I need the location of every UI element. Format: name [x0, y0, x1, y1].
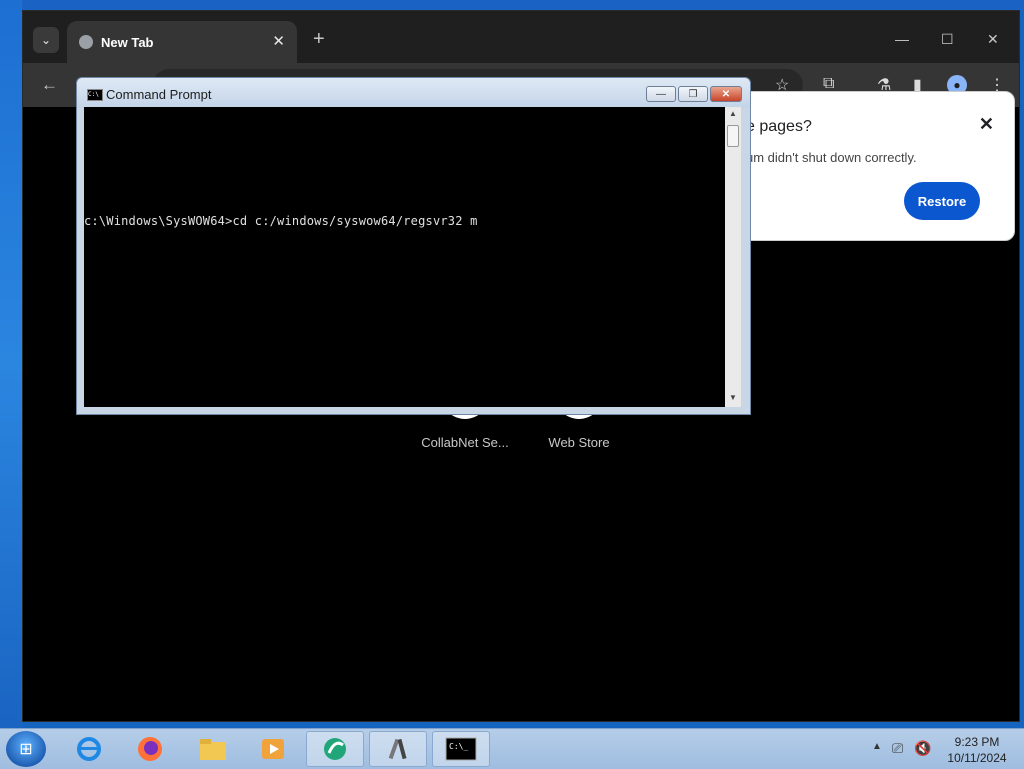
console-output[interactable]: c:\Windows\SysWOW64>cd c:/windows/syswow…: [84, 107, 725, 407]
back-button[interactable]: ←: [41, 75, 58, 95]
internet-explorer-icon[interactable]: [60, 731, 118, 767]
tools-icon[interactable]: [369, 731, 427, 767]
cmd-title: Command Prompt: [106, 87, 212, 102]
maximize-button[interactable]: ☐: [941, 31, 954, 48]
desktop-background: [0, 0, 22, 728]
close-icon[interactable]: ✕: [979, 114, 994, 135]
tab-title: New Tab: [101, 35, 154, 50]
clock-date: 10/11/2024: [947, 751, 1007, 765]
tab-strip: ⌄ New Tab ✕ + — ☐ ✕: [23, 11, 1019, 63]
app-icon[interactable]: [306, 731, 364, 767]
shortcut-label: CollabNet Se...: [421, 435, 509, 450]
volume-muted-icon[interactable]: 🔇: [914, 740, 931, 757]
tab-search-icon[interactable]: ⌄: [33, 27, 59, 53]
tab-new-tab[interactable]: New Tab ✕: [67, 21, 297, 63]
restore-button[interactable]: Restore: [904, 182, 980, 220]
cmd-restore-button[interactable]: ❐: [678, 86, 708, 102]
restore-dialog-title: e pages?: [746, 118, 812, 135]
network-icon[interactable]: ⎚: [892, 740, 903, 757]
globe-icon: [79, 35, 93, 49]
start-button[interactable]: ⊞: [6, 731, 46, 767]
shortcut-label: Web Store: [548, 435, 610, 450]
command-prompt-window: C:\ Command Prompt — ❐ ✕ c:\Windows\SysW…: [76, 77, 751, 415]
tab-close-icon[interactable]: ✕: [272, 32, 285, 50]
scroll-thumb[interactable]: [727, 125, 739, 147]
firefox-icon[interactable]: [121, 731, 179, 767]
clock-time: 9:23 PM: [954, 735, 1000, 749]
desktop-background-top: [0, 0, 1024, 10]
console-line: c:\Windows\SysWOW64>cd c:/windows/syswow…: [84, 214, 478, 228]
restore-pages-dialog: e pages? ✕ um didn't shut down correctly…: [733, 91, 1015, 241]
scroll-down-icon[interactable]: ▼: [725, 391, 741, 405]
taskbar: ⊞ C:\_ ▲ ⎚ 🔇 9:23 PM 10/11/2024: [0, 728, 1024, 769]
vertical-scrollbar[interactable]: ▲ ▼: [725, 107, 741, 407]
cmd-close-button[interactable]: ✕: [710, 86, 742, 102]
minimize-button[interactable]: —: [895, 31, 909, 47]
scroll-up-icon[interactable]: ▲: [725, 107, 741, 121]
file-explorer-icon[interactable]: [184, 731, 242, 767]
svg-text:C:\_: C:\_: [449, 742, 468, 751]
close-window-button[interactable]: ✕: [987, 31, 999, 48]
new-tab-button[interactable]: +: [313, 29, 325, 49]
clock[interactable]: 9:23 PM 10/11/2024: [940, 734, 1014, 766]
cmd-minimize-button[interactable]: —: [646, 86, 676, 102]
media-player-icon[interactable]: [244, 731, 302, 767]
command-prompt-icon: C:\: [87, 89, 103, 101]
show-hidden-icons-icon[interactable]: ▲: [872, 741, 882, 752]
restore-dialog-message: um didn't shut down correctly.: [746, 150, 917, 165]
cmd-title-bar[interactable]: C:\ Command Prompt — ❐ ✕: [77, 78, 750, 108]
command-prompt-icon[interactable]: C:\_: [432, 731, 490, 767]
